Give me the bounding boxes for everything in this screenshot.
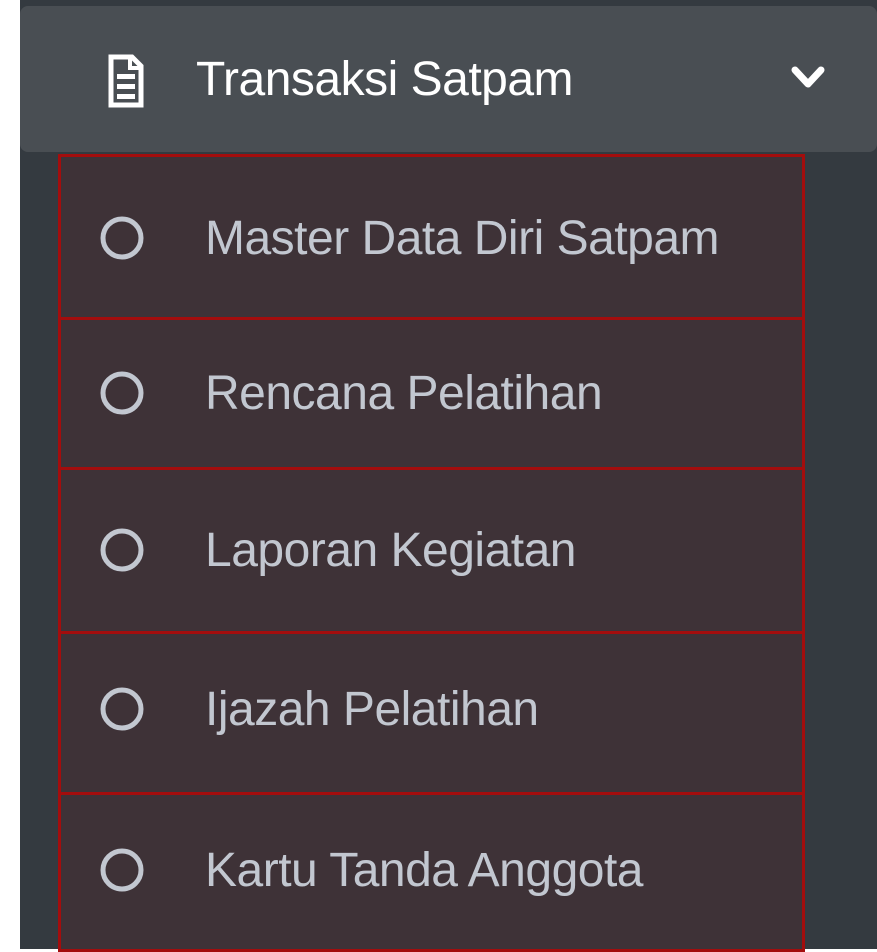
- chevron-down-icon[interactable]: [790, 64, 826, 92]
- circle-icon: [100, 371, 144, 415]
- submenu-item-label: Laporan Kegiatan: [205, 524, 576, 577]
- submenu-item-rencana-pelatihan[interactable]: Rencana Pelatihan: [58, 317, 805, 470]
- circle-icon: [100, 216, 144, 260]
- menu-header-transaksi-satpam[interactable]: Transaksi Satpam: [20, 6, 877, 152]
- submenu-item-ijazah-pelatihan[interactable]: Ijazah Pelatihan: [58, 631, 805, 795]
- submenu-item-label: Ijazah Pelatihan: [205, 683, 539, 736]
- menu-header-title: Transaksi Satpam: [196, 53, 574, 106]
- submenu-item-label: Kartu Tanda Anggota: [205, 844, 644, 897]
- submenu: Master Data Diri Satpam Rencana Pelatiha…: [58, 154, 805, 952]
- submenu-item-label: Master Data Diri Satpam: [205, 212, 720, 265]
- submenu-item-laporan-kegiatan[interactable]: Laporan Kegiatan: [58, 467, 805, 634]
- circle-icon: [100, 687, 144, 731]
- submenu-item-label: Rencana Pelatihan: [205, 367, 603, 420]
- circle-icon: [100, 848, 144, 892]
- submenu-item-kartu-tanda-anggota[interactable]: Kartu Tanda Anggota: [58, 792, 805, 952]
- circle-icon: [100, 528, 144, 572]
- document-icon: [108, 54, 144, 108]
- submenu-item-master-data-diri-satpam[interactable]: Master Data Diri Satpam: [58, 154, 805, 320]
